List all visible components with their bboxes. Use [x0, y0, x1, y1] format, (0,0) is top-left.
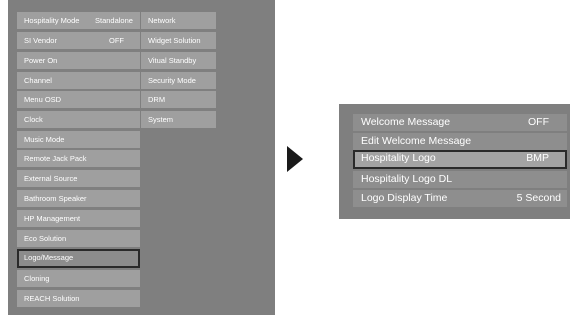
menu-item-network[interactable]: Network [141, 12, 216, 29]
menu-item-label: Cloning [24, 274, 50, 283]
menu-item-label: Widget Solution [148, 36, 201, 45]
menu-item-label: Remote Jack Pack [24, 154, 87, 163]
submenu-item-welcome-message[interactable]: Welcome Message OFF [353, 114, 567, 131]
menu-item-logo-message[interactable]: Logo/Message [17, 249, 140, 268]
menu-item-menu-osd[interactable]: Menu OSD [17, 91, 140, 108]
menu-item-label: SI Vendor [24, 36, 57, 45]
menu-item-power-on[interactable]: Power On [17, 52, 140, 69]
menu-item-label: REACH Solution [24, 294, 80, 303]
menu-item-channel[interactable]: Channel [17, 72, 140, 89]
submenu-item-value: BMP [526, 152, 549, 164]
menu-item-system[interactable]: System [141, 111, 216, 128]
menu-item-label: Power On [24, 56, 58, 65]
menu-item-widget-solution[interactable]: Widget Solution [141, 32, 216, 49]
submenu-item-label: Welcome Message [361, 116, 451, 128]
menu-item-label: Menu OSD [24, 95, 62, 104]
submenu-item-label: Hospitality Logo [361, 152, 436, 164]
submenu-item-hospitality-logo[interactable]: Hospitality Logo BMP [353, 150, 567, 169]
menu-item-label: Vitual Standby [148, 56, 197, 65]
menu-item-cloning[interactable]: Cloning [17, 270, 140, 287]
menu-item-label: Hospitality Mode [24, 16, 80, 25]
menu-item-remote-jack-pack[interactable]: Remote Jack Pack [17, 150, 140, 167]
menu-item-eco-solution[interactable]: Eco Solution [17, 230, 140, 247]
menu-item-label: Clock [24, 115, 43, 124]
menu-item-label: Channel [24, 76, 52, 85]
submenu-item-value: OFF [528, 116, 549, 128]
menu-item-label: Logo/Message [24, 253, 74, 262]
menu-item-label: Network [148, 16, 176, 25]
menu-item-security-mode[interactable]: Security Mode [141, 72, 216, 89]
menu-item-si-vendor[interactable]: SI Vendor OFF [17, 32, 140, 49]
menu-item-drm[interactable]: DRM [141, 91, 216, 108]
menu-item-music-mode[interactable]: Music Mode [17, 131, 140, 148]
submenu-item-hospitality-logo-dl[interactable]: Hospitality Logo DL [353, 171, 567, 188]
submenu-item-label: Edit Welcome Message [361, 135, 472, 147]
submenu-item-label: Hospitality Logo DL [361, 173, 453, 185]
menu-item-hospitality-mode[interactable]: Hospitality Mode Standalone [17, 12, 140, 29]
menu-item-label: HP Management [24, 214, 81, 223]
menu-item-external-source[interactable]: External Source [17, 170, 140, 187]
menu-item-clock[interactable]: Clock [17, 111, 140, 128]
menu-item-hp-management[interactable]: HP Management [17, 210, 140, 227]
menu-item-value: Standalone [95, 16, 133, 25]
submenu-item-label: Logo Display Time [361, 192, 448, 204]
submenu-item-value: 5 Second [516, 192, 561, 204]
menu-item-label: System [148, 115, 174, 124]
right-arrow-icon [287, 146, 303, 172]
menu-item-value: OFF [109, 36, 124, 45]
menu-item-bathroom-speaker[interactable]: Bathroom Speaker [17, 190, 140, 207]
menu-item-label: DRM [148, 95, 166, 104]
menu-item-reach-solution[interactable]: REACH Solution [17, 290, 140, 307]
menu-item-virtual-standby[interactable]: Vitual Standby [141, 52, 216, 69]
menu-item-label: Eco Solution [24, 234, 67, 243]
menu-item-label: Music Mode [24, 135, 65, 144]
submenu-item-logo-display-time[interactable]: Logo Display Time 5 Second [353, 190, 567, 207]
menu-item-label: Bathroom Speaker [24, 194, 87, 203]
menu-item-label: External Source [24, 174, 78, 183]
menu-item-label: Security Mode [148, 76, 196, 85]
submenu-item-edit-welcome-message[interactable]: Edit Welcome Message [353, 133, 567, 150]
